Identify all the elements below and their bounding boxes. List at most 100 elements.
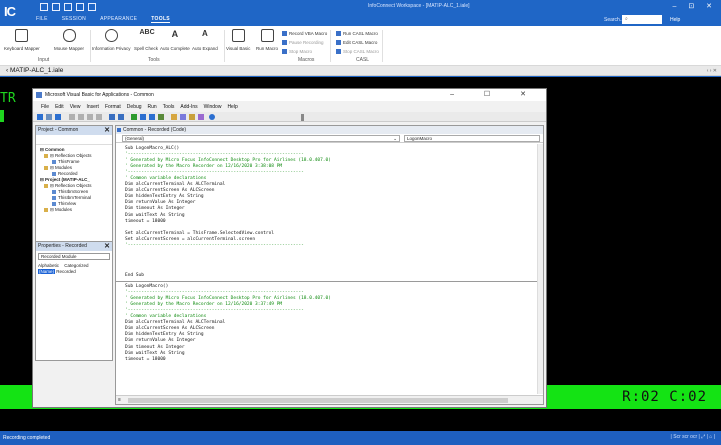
status-indicators[interactable]: | Scr scr ocr | ⤢ | ⌂ | (671, 434, 715, 440)
document-tab[interactable]: ‹ MATIP-ALC_1.iale (6, 67, 63, 74)
close-icon[interactable]: ✕ (104, 242, 110, 251)
project-explorer-icon[interactable] (171, 114, 177, 120)
document-tab-strip: ‹ MATIP-ALC_1.iale ‹ › ✕ (0, 66, 721, 76)
menu-file[interactable]: File (41, 102, 49, 112)
code-editor[interactable]: Sub LogonMacro_ALC() '-------------------… (116, 144, 543, 394)
toolbox-icon[interactable] (198, 114, 204, 120)
window-controls[interactable]: – ⊡ ✕ (672, 2, 717, 10)
menu-window[interactable]: Window (204, 102, 222, 112)
tab-categorized[interactable]: Categorized (64, 263, 88, 268)
terminal-cursor (0, 110, 4, 122)
record-vba-macro-button[interactable]: Record VBA Macro (282, 31, 327, 36)
find-icon[interactable] (96, 114, 102, 120)
search-icon: ⌕ (625, 16, 628, 22)
view-host-icon[interactable] (37, 114, 43, 120)
search-label: Search... (604, 17, 625, 23)
information-privacy-button[interactable]: Information Privacy (92, 29, 131, 51)
mouse-mapper-button[interactable]: Mouse Mapper (54, 29, 84, 51)
visual-basic-button[interactable]: Visual Basic (226, 29, 250, 51)
keyboard-mapper-button[interactable]: Keyboard Mapper (4, 29, 40, 51)
stop-casl-macro-button[interactable]: Stop CASL Macro (336, 49, 379, 54)
save-as-icon[interactable] (76, 3, 84, 11)
view-toggle-icon[interactable]: ≡ (118, 397, 121, 403)
code-dropdowns: (General) ⌄ LogonMacro (116, 134, 543, 143)
auto-complete-button[interactable]: A Auto Complete (160, 29, 190, 51)
break-icon[interactable] (140, 114, 146, 120)
menu-insert[interactable]: Insert (86, 102, 99, 112)
vba-window-controls[interactable]: – ☐ ✕ (450, 89, 540, 101)
code-line: End Sub (125, 272, 144, 278)
menu-edit[interactable]: Edit (55, 102, 64, 112)
tools-group-label: Tools (148, 57, 160, 63)
help-button[interactable]: Help (670, 17, 680, 23)
project-tree: ⊟ Common ⊟ Reflection Objects ThisFrame ⊟ M… (36, 145, 112, 213)
paste-icon[interactable] (87, 114, 93, 120)
edit-casl-macro-button[interactable]: Edit CASL Macro (336, 40, 377, 45)
tree-item[interactable]: ⊟ Modules (38, 207, 112, 213)
help-icon[interactable] (209, 114, 215, 120)
visual-basic-icon (231, 29, 245, 42)
menu-debug[interactable]: Debug (127, 102, 142, 112)
tab-alphabetic[interactable]: Alphabetic (38, 263, 59, 268)
privacy-icon (104, 29, 118, 42)
pause-recording-button[interactable]: Pause Recording (282, 40, 324, 45)
menu-view[interactable]: View (70, 102, 81, 112)
menu-add-ins[interactable]: Add-Ins (180, 102, 197, 112)
save-icon[interactable] (64, 3, 72, 11)
properties-row[interactable]: (Name) Recorded (36, 269, 112, 274)
save-icon[interactable] (55, 114, 61, 120)
casl-group-label: CASL (356, 57, 370, 63)
toolbar-handle[interactable] (301, 114, 304, 121)
auto-complete-label: Auto Complete (160, 46, 190, 51)
object-dropdown[interactable]: (General) ⌄ (122, 135, 400, 142)
undo-icon[interactable] (109, 114, 115, 120)
keyboard-icon (15, 29, 29, 42)
run-casl-macro-button[interactable]: Run CASL Macro (336, 31, 378, 36)
scrollbar-thumb[interactable] (128, 398, 508, 403)
properties-title: Properties - Recorded (38, 243, 87, 249)
vba-editor-window: Microsoft Visual Basic for Applications … (32, 88, 547, 408)
print-icon[interactable] (88, 3, 96, 11)
status-bar: Recording completed | Scr scr ocr | ⤢ | … (0, 431, 721, 445)
menu-run[interactable]: Run (148, 102, 157, 112)
ribbon-divider (382, 30, 383, 62)
auto-expand-button[interactable]: A Auto Expand (192, 29, 218, 51)
procedure-dropdown[interactable]: LogonMacro (404, 135, 540, 142)
code-window: Common - Recorded (Code) (General) ⌄ Log… (115, 125, 544, 405)
quick-access-toolbar (40, 3, 96, 11)
spell-check-button[interactable]: ABC Spell Check (134, 29, 158, 51)
horizontal-scrollbar[interactable]: ≡ (116, 395, 543, 404)
close-icon[interactable]: ✕ (104, 126, 110, 135)
reset-icon[interactable] (149, 114, 155, 120)
ribbon: Keyboard Mapper Mouse Mapper Input Infor… (0, 26, 721, 66)
new-icon[interactable] (40, 3, 48, 11)
run-icon[interactable] (131, 114, 137, 120)
tab-tools[interactable]: TOOLS (151, 16, 170, 23)
stop-macro-button[interactable]: Stop Macro (282, 49, 312, 54)
properties-window-icon[interactable] (180, 114, 186, 120)
search-input[interactable]: ⌕ (622, 15, 662, 24)
vertical-scrollbar[interactable] (537, 144, 543, 394)
run-macro-button[interactable]: Run Macro (256, 29, 278, 51)
tab-file[interactable]: FILE (36, 16, 48, 23)
tab-appearance[interactable]: APPEARANCE (100, 16, 137, 23)
copy-icon[interactable] (78, 114, 84, 120)
redo-icon[interactable] (118, 114, 124, 120)
tab-session[interactable]: SESSION (62, 16, 86, 23)
cut-icon[interactable] (69, 114, 75, 120)
menu-format[interactable]: Format (105, 102, 121, 112)
properties-object-select[interactable]: Recorded Module (38, 253, 110, 260)
menu-tools[interactable]: Tools (163, 102, 175, 112)
ribbon-tabs: FILE SESSION APPEARANCE TOOLS (36, 16, 170, 23)
procedure-dropdown-value: LogonMacro (407, 136, 433, 141)
keyboard-mapper-label: Keyboard Mapper (4, 46, 40, 51)
design-mode-icon[interactable] (158, 114, 164, 120)
project-explorer-toolbar (36, 135, 112, 145)
document-tab-label: MATIP-ALC_1.iale (9, 67, 64, 74)
object-browser-icon[interactable] (189, 114, 195, 120)
open-icon[interactable] (52, 3, 60, 11)
insert-module-icon[interactable] (46, 114, 52, 120)
tab-scroll-controls[interactable]: ‹ › ✕ (707, 68, 717, 74)
cursor-position: R:02 C:02 (622, 389, 707, 405)
menu-help[interactable]: Help (227, 102, 237, 112)
